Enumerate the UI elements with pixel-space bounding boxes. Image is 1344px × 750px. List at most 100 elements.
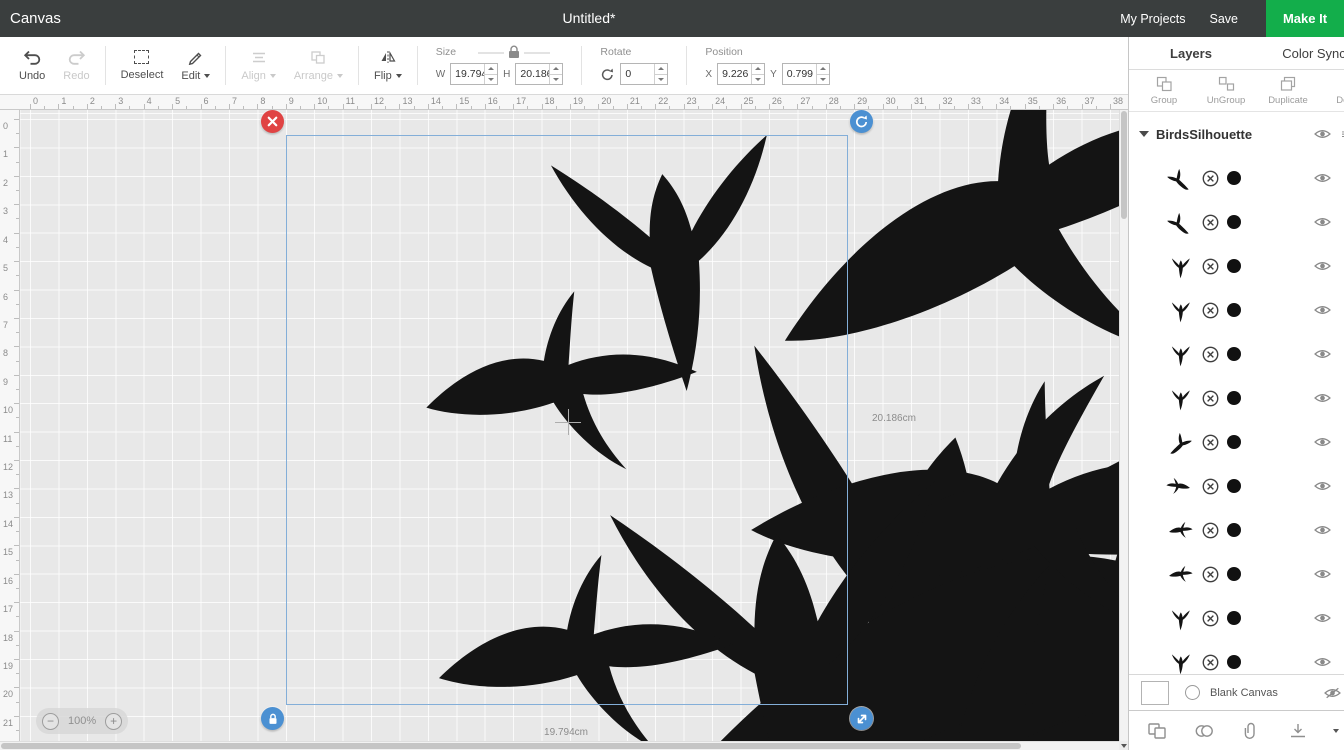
delete-handle[interactable] <box>261 110 284 133</box>
y-input[interactable] <box>782 64 816 84</box>
vertical-scrollbar-thumb[interactable] <box>1121 111 1127 219</box>
visibility-eye-icon[interactable] <box>1314 613 1331 624</box>
canvas-visibility-eye-off-icon[interactable] <box>1324 687 1341 698</box>
make-it-button[interactable]: Make It <box>1266 0 1344 37</box>
flip-button[interactable]: Flip <box>365 37 411 94</box>
linetype-cut-icon[interactable] <box>1202 258 1219 275</box>
attach-icon[interactable] <box>1241 722 1261 740</box>
undo-button[interactable]: Undo <box>10 37 54 94</box>
blank-canvas-row[interactable]: Blank Canvas <box>1129 674 1344 710</box>
slice-icon[interactable] <box>1147 722 1167 740</box>
layer-row[interactable] <box>1129 596 1344 640</box>
panel-scroll-caret-icon[interactable] <box>1333 728 1339 733</box>
layer-color-swatch[interactable] <box>1227 435 1241 449</box>
visibility-eye-icon[interactable] <box>1314 569 1331 580</box>
visibility-eye-icon[interactable] <box>1314 305 1331 316</box>
layer-row[interactable] <box>1129 200 1344 244</box>
my-projects-link[interactable]: My Projects <box>1120 12 1185 26</box>
height-step-down[interactable] <box>550 75 562 85</box>
design-canvas[interactable]: 20.186cm 19.794cm <box>0 110 1119 741</box>
visibility-eye-icon[interactable] <box>1314 261 1331 272</box>
layer-color-swatch[interactable] <box>1227 655 1241 669</box>
arrange-button[interactable]: Arrange <box>285 37 352 94</box>
rotate-handle[interactable] <box>850 110 873 133</box>
rotate-input[interactable] <box>621 64 655 84</box>
layer-row[interactable] <box>1129 464 1344 508</box>
layer-color-swatch[interactable] <box>1227 303 1241 317</box>
height-input[interactable] <box>516 64 550 84</box>
width-step-up[interactable] <box>485 64 498 75</box>
deselect-button[interactable]: Deselect <box>112 37 173 94</box>
visibility-eye-icon[interactable] <box>1314 217 1331 228</box>
linetype-cut-icon[interactable] <box>1202 610 1219 627</box>
zoom-in-button[interactable]: + <box>105 712 123 730</box>
selection-box[interactable] <box>261 110 873 730</box>
resize-handle[interactable] <box>850 707 873 730</box>
layer-row[interactable] <box>1129 244 1344 288</box>
align-button[interactable]: Align <box>232 37 284 94</box>
layer-row[interactable] <box>1129 640 1344 674</box>
linetype-cut-icon[interactable] <box>1202 390 1219 407</box>
ungroup-button[interactable]: UnGroup <box>1195 70 1257 111</box>
layer-row[interactable] <box>1129 552 1344 596</box>
linetype-cut-icon[interactable] <box>1202 302 1219 319</box>
edit-menu-button[interactable]: Edit <box>172 37 219 94</box>
delete-button[interactable]: Delete <box>1319 70 1344 111</box>
layer-color-swatch[interactable] <box>1227 391 1241 405</box>
visibility-eye-icon[interactable] <box>1314 437 1331 448</box>
layer-color-swatch[interactable] <box>1227 523 1241 537</box>
linetype-cut-icon[interactable] <box>1202 478 1219 495</box>
layer-row[interactable] <box>1129 508 1344 552</box>
layer-group-header[interactable]: BirdsSilhouette ≡ <box>1129 112 1344 156</box>
layer-row[interactable] <box>1129 376 1344 420</box>
layer-row[interactable] <box>1129 420 1344 464</box>
save-link[interactable]: Save <box>1210 12 1239 26</box>
linetype-cut-icon[interactable] <box>1202 566 1219 583</box>
linetype-cut-icon[interactable] <box>1202 522 1219 539</box>
visibility-eye-icon[interactable] <box>1314 173 1331 184</box>
lock-aspect-ratio-icon[interactable] <box>476 45 552 59</box>
group-button[interactable]: Group <box>1133 70 1195 111</box>
linetype-cut-icon[interactable] <box>1202 214 1219 231</box>
visibility-eye-icon[interactable] <box>1314 525 1331 536</box>
visibility-eye-icon[interactable] <box>1314 393 1331 404</box>
horizontal-scrollbar-thumb[interactable] <box>1 743 1021 749</box>
rotate-step-down[interactable] <box>655 75 667 85</box>
group-visibility-eye-icon[interactable] <box>1314 129 1331 140</box>
x-step-down[interactable] <box>752 75 764 85</box>
linetype-cut-icon[interactable] <box>1202 654 1219 671</box>
linetype-cut-icon[interactable] <box>1202 434 1219 451</box>
layer-color-swatch[interactable] <box>1227 567 1241 581</box>
redo-button[interactable]: Redo <box>54 37 98 94</box>
vertical-scrollbar[interactable] <box>1119 110 1128 741</box>
bird-silhouette[interactable] <box>0 256 134 741</box>
layer-row[interactable] <box>1129 288 1344 332</box>
width-step-down[interactable] <box>485 75 497 85</box>
layer-color-swatch[interactable] <box>1227 259 1241 273</box>
duplicate-button[interactable]: Duplicate <box>1257 70 1319 111</box>
layer-color-swatch[interactable] <box>1227 347 1241 361</box>
visibility-eye-icon[interactable] <box>1314 481 1331 492</box>
visibility-eye-icon[interactable] <box>1314 657 1331 668</box>
flatten-icon[interactable] <box>1288 722 1308 740</box>
layer-color-swatch[interactable] <box>1227 215 1241 229</box>
weld-icon[interactable] <box>1194 722 1214 740</box>
layer-color-swatch[interactable] <box>1227 479 1241 493</box>
lock-handle[interactable] <box>261 707 284 730</box>
canvas-shape-icon[interactable] <box>1185 685 1200 700</box>
document-title[interactable]: Untitled* <box>563 0 616 37</box>
zoom-out-button[interactable]: − <box>42 712 59 730</box>
linetype-cut-icon[interactable] <box>1202 346 1219 363</box>
tab-color-sync[interactable]: Color Sync <box>1253 37 1344 69</box>
linetype-cut-icon[interactable] <box>1202 170 1219 187</box>
collapse-caret-icon[interactable] <box>1139 131 1149 137</box>
visibility-eye-icon[interactable] <box>1314 349 1331 360</box>
height-step-up[interactable] <box>550 64 563 75</box>
layer-row[interactable] <box>1129 332 1344 376</box>
layer-row[interactable] <box>1129 156 1344 200</box>
canvas-color-swatch[interactable] <box>1141 680 1169 705</box>
width-input[interactable] <box>451 64 485 84</box>
rotate-step-up[interactable] <box>655 64 668 75</box>
x-step-up[interactable] <box>752 64 765 75</box>
layer-color-swatch[interactable] <box>1227 611 1241 625</box>
